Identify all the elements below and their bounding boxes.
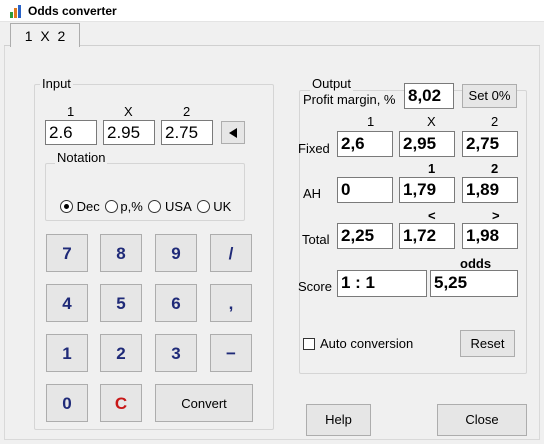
input-header-2: 2 [183,104,191,119]
ah-odds-2: 1,89 [462,177,518,203]
ah-handicap[interactable]: 0 [337,177,393,203]
input-odds-x[interactable]: 2.95 [103,120,155,145]
set-zero-margin-button[interactable]: Set 0% [462,84,517,108]
ah-label: AH [303,186,322,201]
output-group-label: Output [310,76,354,91]
total-odds-under: 1,72 [399,223,455,249]
ah-odds-1: 1,79 [399,177,455,203]
total-odds-over: 1,98 [462,223,518,249]
auto-conversion-checkbox[interactable] [303,338,315,350]
close-button[interactable]: Close [437,404,527,436]
key-3[interactable]: 3 [155,334,197,372]
key-minus[interactable]: − [210,334,252,372]
key-2[interactable]: 2 [100,334,142,372]
key-comma[interactable]: , [210,284,252,322]
radio-dec-label: Dec [76,199,100,214]
ah-header-1: 1 [428,161,436,176]
ah-header-2: 2 [491,161,499,176]
radio-uk-label: UK [213,199,232,214]
score-label: Score [298,279,332,294]
key-divide[interactable]: / [210,234,252,272]
total-header-over: > [492,208,500,223]
radio-percent-label: p,% [120,199,143,214]
tab-1x2[interactable]: 1 X 2 [10,23,80,47]
output-header-2: 2 [491,114,499,129]
radio-percent-indicator [105,200,119,213]
input-odds-1[interactable]: 2.6 [45,120,97,145]
radio-usa[interactable]: USA [148,199,191,214]
input-odds-2[interactable]: 2.75 [161,120,213,145]
left-arrow-icon [229,128,237,138]
convert-button[interactable]: Convert [155,384,253,422]
profit-margin-value[interactable]: 8,02 [404,83,454,109]
input-header-x: X [124,104,133,119]
radio-uk-indicator [196,200,210,213]
radio-dec-indicator [60,200,73,213]
input-header-1: 1 [67,104,75,119]
window-title: Odds converter [28,4,117,18]
output-header-1: 1 [367,114,375,129]
profit-margin-label: Profit margin, % [301,92,398,107]
key-7[interactable]: 7 [46,234,88,272]
total-header-under: < [428,208,436,223]
tab-strip-divider [4,45,540,46]
reset-button[interactable]: Reset [460,330,515,357]
help-button[interactable]: Help [306,404,371,436]
input-group-label: Input [40,76,73,91]
fixed-odds-x: 2,95 [399,131,455,157]
key-1[interactable]: 1 [46,334,88,372]
fixed-odds-1: 2,6 [337,131,393,157]
radio-percent[interactable]: p,% [105,199,143,214]
radio-usa-label: USA [165,199,192,214]
bar-chart-icon [10,5,24,18]
radio-uk[interactable]: UK [196,199,232,214]
title-bar: Odds converter [0,0,544,22]
key-4[interactable]: 4 [46,284,88,322]
output-header-x: X [427,114,436,129]
key-6[interactable]: 6 [155,284,197,322]
total-label: Total [302,232,330,247]
notation-options: Dec p,% USA UK [60,199,231,214]
total-line[interactable]: 2,25 [337,223,393,249]
key-5[interactable]: 5 [100,284,142,322]
radio-usa-indicator [148,200,162,213]
key-0[interactable]: 0 [46,384,88,422]
score-value[interactable]: 1 : 1 [337,270,427,297]
key-8[interactable]: 8 [100,234,142,272]
swap-arrow-button[interactable] [221,121,245,144]
fixed-label: Fixed [298,141,330,156]
key-clear[interactable]: C [100,384,142,422]
auto-conversion-label: Auto conversion [320,336,414,351]
key-9[interactable]: 9 [155,234,197,272]
score-odds-header: odds [460,256,492,271]
radio-dec[interactable]: Dec [60,199,100,214]
score-odds-value: 5,25 [430,270,518,297]
fixed-odds-2: 2,75 [462,131,518,157]
notation-group-label: Notation [55,150,108,165]
